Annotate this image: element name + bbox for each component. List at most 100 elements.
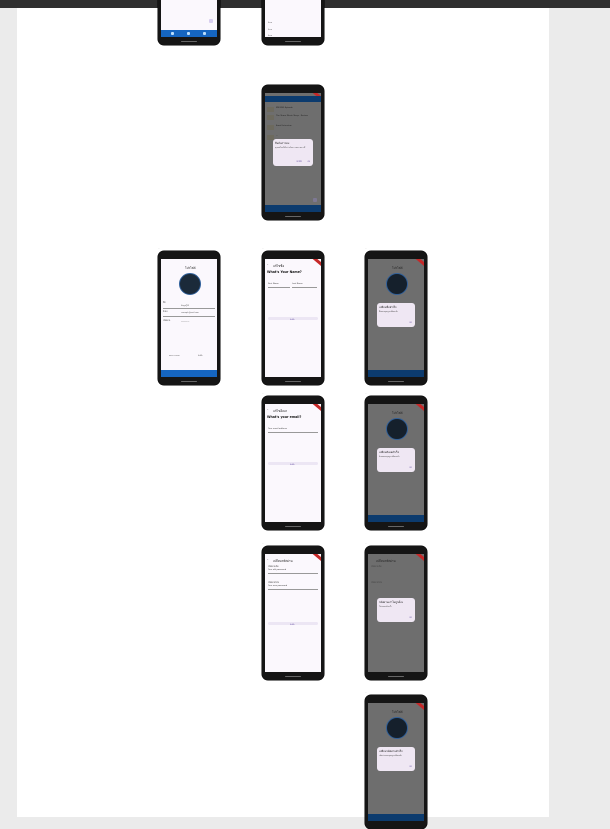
bottom-nav[interactable]	[161, 370, 217, 377]
list-item[interactable]: The Share Movie Sleep · Review	[267, 114, 319, 120]
bottom-nav[interactable]	[368, 814, 424, 821]
menu-item[interactable]: Item	[268, 35, 272, 37]
frame-label: ...	[365, 248, 367, 250]
screen-home	[161, 0, 217, 37]
frame-label: ...	[158, 248, 160, 250]
save-label: บันทึก	[290, 463, 295, 466]
nav-list-icon[interactable]	[187, 31, 190, 35]
nav-home-icon[interactable]	[171, 31, 174, 35]
status-bar	[161, 259, 217, 262]
phone-frame-profile[interactable]: โปรไฟล์ ชื่อ ข้อมูลผู้ใช้ อีเมล example@…	[158, 251, 220, 385]
heading: What's your email?	[267, 415, 302, 419]
list-item-title: MEI ENS Episode	[276, 107, 293, 109]
underline	[268, 573, 318, 574]
name-value[interactable]: ข้อมูลผู้ใช้	[181, 304, 189, 307]
last-name-field[interactable]: Last Name	[292, 283, 303, 285]
gesture-bar	[285, 381, 301, 382]
phone-frame-change-password[interactable]: ← เปลี่ยนรหัสผ่าน รหัสผ่านเดิม Your old …	[262, 546, 324, 680]
ok-button[interactable]: OK	[409, 617, 412, 619]
frame-label: ...	[262, 393, 264, 395]
fab-button[interactable]	[209, 19, 213, 23]
old-password-label: รหัสผ่านเดิม	[268, 566, 279, 568]
gesture-bar	[388, 526, 404, 527]
avatar[interactable]	[179, 273, 201, 295]
email-value[interactable]: example@mail.com	[181, 312, 199, 314]
phone-frame-email-success[interactable]: โปรไฟล์ เปลี่ยนอีเมลสำเร็จ อีเมลของคุณถู…	[365, 396, 427, 530]
phone-frame-edit-name[interactable]: ← แก้ไขชื่อ What's Your Name? First Name…	[262, 251, 324, 385]
first-name-field[interactable]: First Name	[268, 283, 279, 285]
menu-item[interactable]: Item	[268, 22, 272, 24]
bottom-nav[interactable]	[368, 515, 424, 522]
phone-frame-menu[interactable]: Item Item Item	[262, 0, 324, 45]
new-password-field[interactable]: Your new password	[268, 585, 287, 587]
save-button[interactable]: บันทึก	[198, 354, 203, 357]
ok-button[interactable]: OK	[409, 467, 412, 469]
list-item[interactable]: MEI ENS Episode	[267, 106, 319, 112]
bottom-nav[interactable]	[368, 370, 424, 377]
phone-frame-password-success[interactable]: โปรไฟล์ เปลี่ยนรหัสผ่านสำเร็จ รหัสผ่านขอ…	[365, 695, 427, 829]
ok-button[interactable]: OK	[409, 766, 412, 768]
heading: What's Your Name?	[267, 270, 302, 274]
phone-frame-list-dialog[interactable]: MEI ENS Episode The Share Movie Sleep · …	[262, 85, 324, 220]
screen-password-success: โปรไฟล์ เปลี่ยนรหัสผ่านสำเร็จ รหัสผ่านขอ…	[368, 703, 424, 821]
underline	[268, 589, 318, 590]
nav-profile-icon[interactable]	[203, 31, 206, 35]
success-dialog: เปลี่ยนชื่อสำเร็จ ชื่อของคุณถูกเปลี่ยนแล…	[377, 303, 415, 327]
dialog-body: ชื่อของคุณถูกเปลี่ยนแล้ว	[379, 311, 398, 313]
save-button[interactable]: บันทึก	[268, 622, 318, 626]
list-item-title: ...	[276, 135, 278, 137]
save-label: บันทึก	[290, 623, 295, 626]
logout-button[interactable]: ออกจากระบบ	[169, 354, 180, 357]
save-button[interactable]: บันทึก	[268, 317, 318, 321]
app-bar-title: เปลี่ยนรหัสผ่าน	[376, 559, 396, 563]
bottom-nav[interactable]	[265, 205, 321, 212]
thumbnail-image	[267, 114, 274, 120]
menu-item[interactable]: Item	[268, 29, 272, 31]
back-icon[interactable]: ←	[267, 559, 269, 561]
screen-name-success: โปรไฟล์ เปลี่ยนชื่อสำเร็จ ชื่อของคุณถูกเ…	[368, 259, 424, 377]
gesture-bar	[285, 676, 301, 677]
back-icon[interactable]: ←	[267, 409, 269, 411]
frame-label: ...	[365, 543, 367, 545]
email-field[interactable]: Your email address	[268, 428, 287, 430]
gesture-bar	[285, 216, 301, 217]
phone-frame-name-success[interactable]: โปรไฟล์ เปลี่ยนชื่อสำเร็จ ชื่อของคุณถูกเ…	[365, 251, 427, 385]
frame-label: ...	[262, 543, 264, 545]
back-icon[interactable]: ←	[267, 264, 269, 266]
gesture-bar	[388, 381, 404, 382]
design-canvas[interactable]: Item Item Item MEI ENS Episode The Share…	[17, 0, 549, 829]
phone-frame-home[interactable]	[158, 0, 220, 45]
fab-button[interactable]	[313, 198, 317, 202]
app-bar-title: แก้ไขอีเมล	[273, 409, 287, 413]
old-password-field[interactable]: Your old password	[268, 569, 286, 571]
phone-frame-password-error[interactable]: เปลี่ยนรหัสผ่าน รหัสผ่านเดิม รหัสผ่านใหม…	[365, 546, 427, 680]
frame-label: ...	[262, 248, 264, 250]
new-password-label: รหัสผ่านใหม่	[268, 582, 279, 584]
gesture-bar	[285, 526, 301, 527]
save-label: บันทึก	[290, 318, 295, 321]
underline	[292, 287, 317, 288]
delete-button[interactable]: ลบ	[308, 160, 311, 163]
avatar	[386, 717, 408, 739]
frame-label: ...	[365, 692, 367, 694]
gesture-bar	[181, 41, 197, 42]
thumbnail-image	[267, 106, 274, 112]
dialog-body: โปรดลองอีกครั้ง	[379, 606, 392, 608]
dialog-body: อีเมลของคุณถูกเปลี่ยนแล้ว	[379, 456, 400, 458]
field-label-name: ชื่อ	[163, 302, 166, 304]
password-value[interactable]: ••••••••	[181, 321, 189, 323]
gesture-bar	[388, 676, 404, 677]
screen-password-error: เปลี่ยนรหัสผ่าน รหัสผ่านเดิม รหัสผ่านใหม…	[368, 554, 424, 672]
thumbnail-image	[267, 134, 274, 140]
avatar	[386, 273, 408, 295]
list-item[interactable]: Email Interview	[267, 124, 319, 130]
list-item-title: The Share Movie Sleep · Review	[276, 115, 308, 117]
bottom-nav[interactable]	[161, 30, 217, 37]
divider	[163, 316, 215, 317]
save-button[interactable]: บันทึก	[268, 462, 318, 466]
dialog-body: รหัสผ่านของคุณถูกเปลี่ยนแล้ว	[379, 755, 403, 757]
ok-button[interactable]: OK	[409, 322, 412, 324]
cancel-button[interactable]: ยกเลิก	[296, 160, 302, 163]
old-password-label: รหัสผ่านเดิม	[371, 566, 382, 568]
phone-frame-edit-email[interactable]: ← แก้ไขอีเมล What's your email? Your ema…	[262, 396, 324, 530]
